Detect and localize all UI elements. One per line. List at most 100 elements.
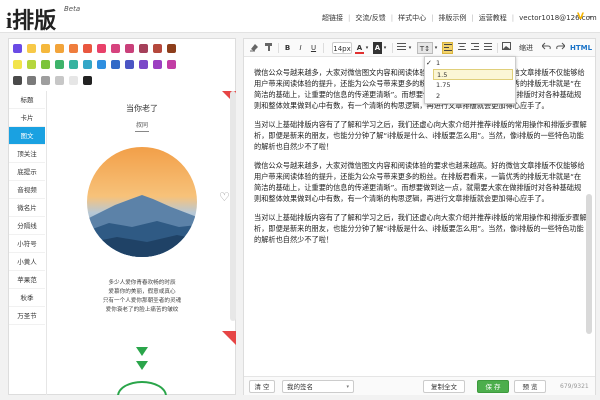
eraser-icon[interactable]: [248, 42, 260, 54]
color-swatch[interactable]: [83, 76, 92, 85]
category-item[interactable]: 顶关注: [9, 145, 45, 163]
editor-toolbar: B I U 14px A ▾ A ▾ ▾ T↕ ▾ 缩进 HTML: [244, 39, 595, 57]
signature-select[interactable]: 我的签名 ▾: [282, 380, 354, 393]
category-item[interactable]: 音视频: [9, 181, 45, 199]
bg-color-icon[interactable]: A: [373, 42, 382, 54]
bg-color-chevron-icon[interactable]: ▾: [382, 42, 388, 54]
color-swatch[interactable]: [83, 60, 92, 69]
text-color-chevron-icon[interactable]: ▾: [364, 42, 370, 54]
poem-line: 爱慕你的美丽，假意或真心: [108, 289, 176, 295]
color-swatch[interactable]: [139, 60, 148, 69]
color-swatch[interactable]: [13, 76, 22, 85]
user-email[interactable]: vector1018@126.com: [519, 14, 597, 22]
color-swatch[interactable]: [69, 44, 78, 53]
nav-examples[interactable]: 排版示例: [438, 13, 466, 23]
paragraph[interactable]: 微信公众号越来越多，大家对微信图文内容和阅读体验的要求也越来越高。好的微信文章排…: [254, 67, 588, 111]
align-justify-icon[interactable]: [482, 42, 493, 54]
nav-hyperlink[interactable]: 超链接: [322, 13, 343, 23]
color-swatch[interactable]: [27, 44, 36, 53]
align-right-icon[interactable]: [469, 42, 480, 54]
line-height-chevron-icon[interactable]: ▾: [433, 42, 439, 54]
redo-icon[interactable]: [555, 42, 566, 54]
indent-button[interactable]: 缩进: [516, 42, 536, 54]
format-brush-icon[interactable]: [263, 42, 275, 54]
color-swatch[interactable]: [41, 60, 50, 69]
color-swatch[interactable]: [69, 60, 78, 69]
paragraph[interactable]: 当对以上基础排版内容有了了解和学习之后，我们还虚心向大家介绍并推荐i排版的常用操…: [254, 212, 588, 245]
poem-line: 爱你衰老了的脸上痛苦的皱纹: [105, 307, 179, 313]
color-swatch[interactable]: [41, 76, 50, 85]
text-color-icon[interactable]: A: [355, 42, 364, 54]
preview-button[interactable]: 预 览: [514, 380, 546, 393]
html-toggle-button[interactable]: HTML: [570, 42, 592, 54]
vip-badge-icon[interactable]: V: [577, 12, 584, 22]
color-swatch[interactable]: [27, 60, 36, 69]
color-swatch[interactable]: [167, 44, 176, 53]
category-item[interactable]: 底提示: [9, 163, 45, 181]
save-button[interactable]: 保 存: [477, 380, 509, 393]
font-size-select[interactable]: 14px: [332, 42, 352, 54]
color-swatch[interactable]: [27, 76, 36, 85]
line-height-option[interactable]: ✓ 1: [426, 58, 513, 69]
nav-tutorial[interactable]: 运营教程: [479, 13, 507, 23]
underline-button[interactable]: U: [308, 42, 319, 54]
nav-style-center[interactable]: 样式中心: [398, 13, 426, 23]
clear-button[interactable]: 清 空: [249, 380, 275, 393]
color-swatch[interactable]: [125, 60, 134, 69]
nav-feedback[interactable]: 交流/反馈: [355, 13, 385, 23]
circle-outline: [117, 381, 167, 395]
undo-icon[interactable]: [541, 42, 552, 54]
color-swatch[interactable]: [139, 44, 148, 53]
category-item[interactable]: 卡片: [9, 109, 45, 127]
align-center-icon[interactable]: [456, 42, 467, 54]
color-swatch[interactable]: [97, 60, 106, 69]
color-swatch[interactable]: [55, 44, 64, 53]
color-swatch[interactable]: [41, 44, 50, 53]
line-height-option[interactable]: 2: [433, 91, 513, 102]
paragraph[interactable]: 微信公众号越来越多，大家对微信图文内容和阅读体验的要求也越来越高。好的微信文章排…: [254, 160, 588, 204]
heart-icon[interactable]: ♡: [219, 190, 230, 204]
line-height-option[interactable]: 1.75: [433, 80, 513, 91]
template-scrollbar[interactable]: [230, 91, 236, 321]
align-left-icon[interactable]: [442, 42, 453, 54]
color-swatch[interactable]: [83, 44, 92, 53]
template-preview[interactable]: 当你老了 叔同 ♡ 多少人爱你青春欢畅的时辰 爱慕你的美丽，假意或真心 只有一个…: [46, 91, 236, 395]
line-height-option[interactable]: 1.5: [433, 69, 513, 80]
italic-button[interactable]: I: [295, 42, 306, 54]
down-arrow-icon: [136, 361, 148, 370]
category-item[interactable]: 小黄人: [9, 253, 45, 271]
color-swatch[interactable]: [55, 60, 64, 69]
category-item[interactable]: 秋季: [9, 289, 45, 307]
color-swatch[interactable]: [111, 60, 120, 69]
category-item[interactable]: 小符号: [9, 235, 45, 253]
top-nav: 超链接 | 交流/反馈 | 样式中心 | 排版示例 | 运营教程 | vector1018…: [322, 13, 597, 23]
category-item[interactable]: 图文: [9, 127, 45, 145]
copy-all-button[interactable]: 复制全文: [423, 380, 465, 393]
paragraph[interactable]: 当对以上基础排版内容有了了解和学习之后，我们还虚心向大家介绍并推荐i排版的常用操…: [254, 119, 588, 152]
color-swatch[interactable]: [125, 44, 134, 53]
divider: [135, 131, 149, 132]
color-swatch[interactable]: [167, 60, 176, 69]
category-item[interactable]: 微名片: [9, 199, 45, 217]
line-height-button[interactable]: T↕: [417, 42, 433, 54]
category-item[interactable]: 分隔线: [9, 217, 45, 235]
image-icon[interactable]: [501, 42, 512, 54]
category-item[interactable]: 万圣节: [9, 307, 45, 325]
category-item[interactable]: 苹果范: [9, 271, 45, 289]
list-icon[interactable]: [396, 42, 407, 54]
color-swatch[interactable]: [153, 44, 162, 53]
bold-button[interactable]: B: [282, 42, 293, 54]
list-chevron-icon[interactable]: ▾: [407, 42, 413, 54]
color-swatch[interactable]: [13, 44, 22, 53]
color-swatch[interactable]: [13, 60, 22, 69]
color-swatch[interactable]: [153, 60, 162, 69]
user-menu-chevron-icon[interactable]: ▾: [589, 14, 592, 21]
logo[interactable]: i排版: [6, 3, 56, 35]
editor-scrollbar[interactable]: [586, 194, 592, 334]
category-item[interactable]: 标题: [9, 91, 45, 109]
color-swatch[interactable]: [111, 44, 120, 53]
color-swatch[interactable]: [97, 44, 106, 53]
color-swatch[interactable]: [55, 76, 64, 85]
editor-content[interactable]: 微信公众号越来越多，大家对微信图文内容和阅读体验的要求也越来越高。好的微信文章排…: [254, 67, 588, 253]
color-swatch[interactable]: [69, 76, 78, 85]
